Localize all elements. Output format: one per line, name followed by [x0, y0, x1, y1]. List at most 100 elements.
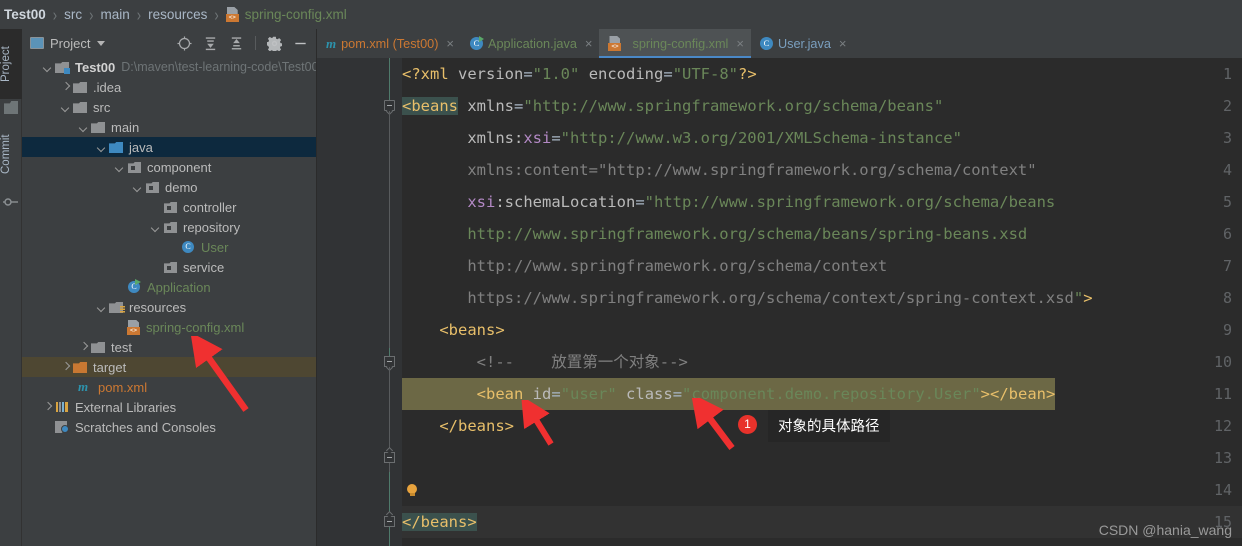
tree-item-application-class[interactable]: C Application — [22, 277, 316, 297]
tree-item-pom-xml[interactable]: m pom.xml — [22, 377, 316, 397]
scratches-icon — [55, 420, 70, 434]
tree-item-idea[interactable]: .idea — [22, 77, 316, 97]
tree-item-user-class[interactable]: C User — [22, 237, 316, 257]
tree-item-label: Test00 — [75, 59, 116, 75]
tree-item-src[interactable]: src — [22, 97, 316, 117]
code-line-9: <beans> — [439, 321, 505, 339]
project-panel-title: Project — [50, 35, 91, 51]
matching-tag-highlight: <beans — [402, 97, 458, 115]
commit-strip-icon — [3, 198, 18, 206]
tree-item-label: Application — [147, 279, 211, 295]
chevron-down-icon[interactable] — [97, 40, 106, 46]
tree-item-label: User — [201, 239, 229, 255]
tree-item-label: Scratches and Consoles — [75, 419, 216, 435]
chevron-down-icon[interactable] — [114, 162, 125, 173]
fold-marker-inner-beans[interactable] — [384, 356, 395, 367]
breadcrumb-item-spring-config-xml[interactable]: spring-config.xml — [245, 7, 347, 22]
tree-item-label: controller — [183, 199, 237, 215]
editor-tab-spring-config-xml[interactable]: <> spring-config.xml × — [599, 29, 751, 58]
editor-tab-label: User.java — [777, 36, 831, 51]
project-tree[interactable]: Test00 D:\maven\test-learning-code\Test0… — [22, 57, 316, 546]
tree-item-repository[interactable]: repository — [22, 217, 316, 237]
watermark: CSDN @hania_wang — [1098, 522, 1232, 538]
tree-item-label: demo — [165, 179, 198, 195]
maven-file-icon: m — [326, 35, 337, 51]
chevron-right-icon[interactable] — [60, 362, 71, 373]
close-icon[interactable]: × — [839, 36, 847, 51]
tool-strip-tab-project[interactable]: Project — [0, 29, 22, 99]
close-icon[interactable]: × — [585, 36, 593, 51]
code-line-11: <bean id="user" class="component.demo.re… — [402, 378, 1056, 410]
tree-item-label: component — [147, 159, 212, 175]
tree-item-resources[interactable]: resources — [22, 297, 316, 317]
tree-item-label: External Libraries — [75, 399, 177, 415]
expand-all-icon[interactable] — [203, 36, 218, 51]
tree-item-main[interactable]: main — [22, 117, 316, 137]
breadcrumb-item-main[interactable]: main — [100, 7, 129, 22]
chevron-down-icon[interactable] — [96, 302, 107, 313]
fold-marker-beans-root[interactable] — [384, 100, 395, 111]
chevron-down-icon[interactable] — [132, 182, 143, 193]
breadcrumb-item-resources[interactable]: resources — [148, 7, 207, 22]
tree-item-label: .idea — [93, 79, 122, 95]
resources-folder-icon — [109, 300, 125, 314]
close-icon[interactable]: × — [736, 36, 744, 51]
collapse-all-icon[interactable] — [229, 36, 244, 51]
chevron-down-icon[interactable] — [96, 142, 107, 153]
fold-marker-beans-root-end[interactable] — [384, 516, 395, 527]
chevron-right-icon[interactable] — [42, 402, 53, 413]
folder-icon — [73, 100, 88, 114]
tool-strip-tab-commit[interactable]: Commit — [0, 117, 22, 191]
editor-fold-strip[interactable] — [380, 58, 402, 546]
gear-icon[interactable] — [267, 36, 282, 51]
editor-tab-application-java[interactable]: C Application.java × — [461, 29, 599, 58]
code-text[interactable]: <?xml version="1.0" encoding="UTF-8"?> <… — [402, 58, 1242, 546]
fold-marker-inner-beans-end[interactable] — [384, 452, 395, 463]
code-line-1: <?xml version="1.0" encoding="UTF-8"?> — [402, 65, 757, 83]
matching-tag-highlight: </beans> — [402, 513, 477, 531]
tree-item-test00[interactable]: Test00 D:\maven\test-learning-code\Test0… — [22, 57, 316, 77]
tree-item-test[interactable]: test — [22, 337, 316, 357]
tree-item-label: java — [129, 139, 153, 155]
tree-item-controller[interactable]: controller — [22, 197, 316, 217]
code-editor[interactable]: 1 2 3 4 5 6 7 8 9 10 11 12 13 14 15 <?xm… — [317, 58, 1242, 546]
tree-item-target[interactable]: target — [22, 357, 316, 377]
editor-tab-user-java[interactable]: C User.java × — [751, 29, 853, 58]
chevron-down-icon[interactable] — [150, 222, 161, 233]
tree-item-component[interactable]: component — [22, 157, 316, 177]
java-class-icon: C — [181, 240, 196, 254]
editor-tab-bar: m pom.xml (Test00) × C Application.java … — [317, 29, 1242, 59]
close-icon[interactable]: × — [446, 36, 454, 51]
chevron-right-icon[interactable] — [78, 342, 89, 353]
code-line-10: <!-- 放置第一个对象--> — [402, 353, 688, 371]
tree-item-label: main — [111, 119, 140, 135]
tree-item-external-libraries[interactable]: External Libraries — [22, 397, 316, 417]
xml-file-icon: <> — [608, 36, 622, 51]
breadcrumb-item-project[interactable]: Test00 — [4, 7, 46, 22]
minimize-icon[interactable] — [293, 36, 308, 51]
select-opened-file-icon[interactable] — [177, 35, 192, 51]
chevron-down-icon[interactable] — [60, 102, 71, 113]
code-line-3: xmlns:xsi="http://www.w3.org/2001/XMLSch… — [467, 129, 962, 147]
code-line-12: </beans> — [439, 417, 514, 435]
tree-item-java[interactable]: java — [22, 137, 316, 157]
tree-item-demo[interactable]: demo — [22, 177, 316, 197]
chevron-down-icon[interactable] — [42, 62, 53, 73]
editor-tab-label: Application.java — [488, 36, 577, 51]
editor-tab-pom-xml[interactable]: m pom.xml (Test00) × — [317, 29, 461, 58]
tree-item-scratches-and-consoles[interactable]: Scratches and Consoles — [22, 417, 316, 437]
project-panel-title-group[interactable]: Project — [30, 35, 106, 51]
tree-item-label: target — [93, 359, 127, 375]
tree-item-spring-config-xml[interactable]: <> spring-config.xml — [22, 317, 316, 337]
breadcrumb: Test00 › src › main › resources › <> spr… — [0, 0, 1242, 29]
chevron-right-icon[interactable] — [60, 82, 71, 93]
chevron-down-icon[interactable] — [78, 122, 89, 133]
package-icon — [163, 220, 178, 234]
package-icon — [163, 200, 178, 214]
editor-gutter[interactable] — [317, 58, 380, 546]
project-window-icon — [30, 37, 44, 49]
breadcrumb-item-src[interactable]: src — [64, 7, 82, 22]
code-line-5: xsi:schemaLocation="http://www.springfra… — [467, 193, 1056, 211]
maven-file-icon: m — [78, 379, 89, 394]
tree-item-service[interactable]: service — [22, 257, 316, 277]
